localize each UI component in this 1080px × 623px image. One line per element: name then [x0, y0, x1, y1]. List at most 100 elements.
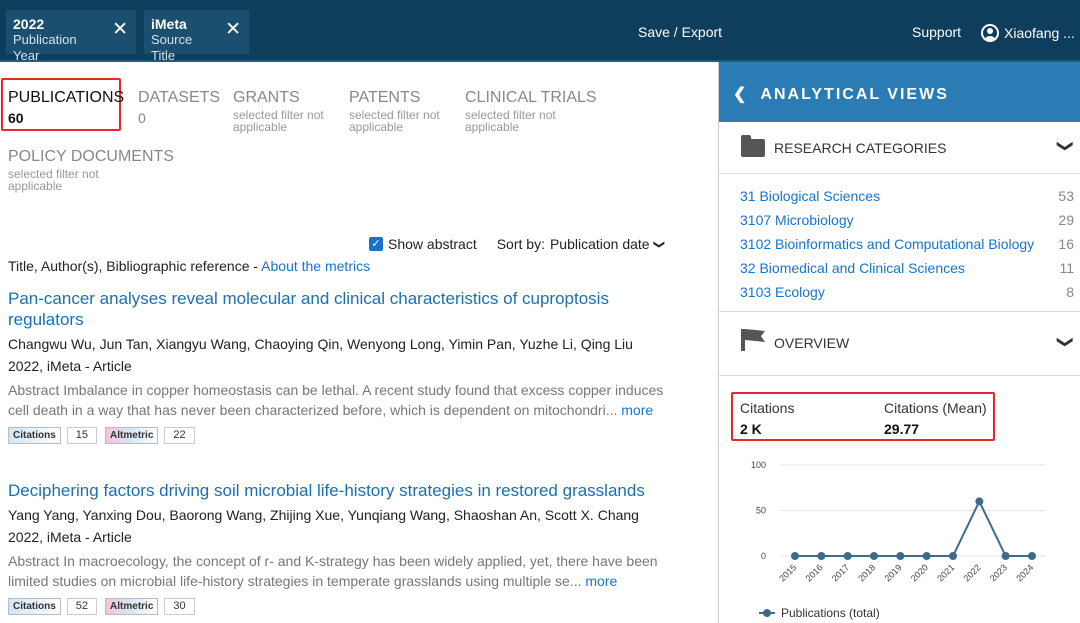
chevron-left-icon[interactable]: ❮ [733, 86, 746, 103]
overview-header[interactable]: OVERVIEW ❯ [719, 312, 1080, 376]
show-abstract-checkbox[interactable]: ✓ [369, 237, 383, 251]
close-icon[interactable]: ✕ [112, 20, 128, 40]
tab-policy-documents[interactable]: POLICY DOCUMENTS selected filter not app… [8, 147, 174, 192]
altmetric-score[interactable]: 30 [164, 598, 195, 615]
data-point [896, 552, 905, 560]
section-title: OVERVIEW [774, 335, 850, 351]
chevron-down-icon[interactable]: ❯ [1055, 139, 1075, 152]
tab-label: POLICY DOCUMENTS [8, 148, 174, 165]
filter-chip-source[interactable]: iMeta Source Title ✕ [144, 10, 249, 63]
category-link[interactable]: 3102 Bioinformatics and Computational Bi… [740, 236, 1034, 260]
chevron-down-icon[interactable]: ❯ [653, 239, 666, 248]
result-item: Deciphering factors driving soil microbi… [8, 480, 668, 615]
y-tick-label: 50 [756, 506, 766, 516]
stat-value: 2 K [740, 421, 762, 437]
filter-chip-title: 2022 [13, 16, 45, 32]
list-header: Title, Author(s), Bibliographic referenc… [8, 258, 370, 274]
filter-chip-year[interactable]: 2022 Publication Year ✕ [6, 10, 136, 63]
x-tick-label: 2018 [856, 562, 877, 583]
more-link[interactable]: more [585, 573, 617, 589]
data-point [1001, 552, 1010, 560]
show-abstract-label[interactable]: Show abstract [388, 236, 477, 252]
stat-citations-mean: Citations (Mean) 29.77 [884, 400, 987, 437]
tab-label: PUBLICATIONS [8, 89, 125, 106]
research-categories-header[interactable]: RESEARCH CATEGORIES ❯ [719, 122, 1080, 174]
legend-label: Publications (total) [781, 606, 880, 620]
panel-header: ❮ ANALYTICAL VIEWS [719, 62, 1080, 122]
list-item[interactable]: 3107 Microbiology 29 [740, 212, 1074, 236]
tab-note: selected filter not applicable [8, 167, 99, 193]
y-tick-label: 0 [761, 551, 766, 561]
sort-label: Sort by: [496, 236, 545, 252]
tab-label: GRANTS [233, 89, 300, 106]
analytical-views-panel: ❮ ANALYTICAL VIEWS RESEARCH CATEGORIES ❯ … [718, 62, 1080, 623]
flag-icon [741, 329, 745, 351]
filter-chip-title: iMeta [151, 16, 187, 32]
tab-patents[interactable]: PATENTS selected filter not applicable [349, 88, 455, 133]
category-count: 11 [1059, 260, 1074, 276]
series-line [795, 499, 1032, 557]
citations-badge[interactable]: Citations [8, 598, 61, 615]
result-authors: Changwu Wu, Jun Tan, Xiangyu Wang, Chaoy… [8, 336, 633, 352]
altmetric-badge[interactable]: Altmetric [105, 598, 159, 615]
about-metrics-link[interactable]: About the metrics [261, 258, 370, 274]
data-point [975, 497, 984, 506]
category-link[interactable]: 3107 Microbiology [740, 212, 854, 236]
abstract-text: Abstract Imbalance in copper homeostasis… [8, 382, 664, 418]
sort-dropdown[interactable]: Publication date [550, 236, 650, 252]
category-link[interactable]: 3103 Ecology [740, 284, 825, 308]
citations-count[interactable]: 52 [66, 598, 98, 615]
category-link[interactable]: 31 Biological Sciences [740, 188, 880, 212]
list-item[interactable]: 3103 Ecology 8 [740, 284, 1074, 308]
tab-label: PATENTS [349, 89, 421, 106]
save-export-button[interactable]: Save / Export [638, 24, 722, 40]
x-tick-label: 2023 [988, 562, 1009, 583]
tab-publications[interactable]: PUBLICATIONS 60 [8, 88, 124, 128]
stat-citations: Citations 2 K [740, 400, 794, 437]
list-item[interactable]: 31 Biological Sciences 53 [740, 188, 1074, 212]
tab-note: selected filter not applicable [233, 108, 324, 134]
x-tick-label: 2015 [777, 562, 798, 583]
chevron-down-icon[interactable]: ❯ [1055, 335, 1075, 348]
x-tick-label: 2016 [804, 562, 825, 583]
altmetric-score[interactable]: 22 [164, 427, 195, 444]
citations-badge[interactable]: Citations [8, 427, 61, 444]
publications-chart: 0501002015 2016 2017 2018 2019 2020 2021 2022 20… [751, 460, 1046, 620]
x-tick-label: 2022 [962, 562, 983, 583]
list-item[interactable]: 32 Biomedical and Clinical Sciences 11 [740, 260, 1074, 284]
tab-datasets[interactable]: DATASETS 0 [138, 88, 220, 128]
tab-count: 0 [138, 110, 146, 126]
filter-chip-subtitle: Source Title [151, 32, 193, 63]
altmetric-badge[interactable]: Altmetric [105, 427, 159, 444]
result-title[interactable]: Pan-cancer analyses reveal molecular and… [8, 288, 668, 330]
result-title[interactable]: Deciphering factors driving soil microbi… [8, 480, 668, 501]
user-menu[interactable]: Xiaofang ... [981, 24, 1075, 42]
more-link[interactable]: more [621, 402, 653, 418]
tab-clinical-trials[interactable]: CLINICAL TRIALS selected filter not appl… [465, 88, 597, 133]
result-abstract: Abstract Imbalance in copper homeostasis… [8, 380, 668, 420]
tab-label: CLINICAL TRIALS [465, 89, 597, 106]
x-tick-label: 2024 [1014, 562, 1035, 583]
tab-grants[interactable]: GRANTS selected filter not applicable [233, 88, 339, 133]
filter-chip-subtitle: Publication Year [13, 32, 77, 63]
data-point [922, 552, 931, 560]
x-tick-label: 2021 [935, 562, 956, 583]
close-icon[interactable]: ✕ [225, 20, 241, 40]
support-link[interactable]: Support [912, 24, 961, 40]
data-point [1028, 552, 1036, 560]
data-point [791, 552, 799, 560]
legend-marker [763, 609, 771, 617]
stat-label: Citations (Mean) [884, 400, 987, 416]
category-link[interactable]: 32 Biomedical and Clinical Sciences [740, 260, 965, 284]
metrics-badges: Citations 15 Altmetric 22 [8, 427, 668, 444]
y-tick-label: 100 [751, 460, 766, 470]
category-count: 16 [1058, 236, 1074, 252]
list-item[interactable]: 3102 Bioinformatics and Computational Bi… [740, 236, 1074, 260]
user-name: Xiaofang ... [1004, 25, 1075, 41]
section-title: RESEARCH CATEGORIES [774, 140, 947, 156]
tab-label: DATASETS [138, 89, 221, 106]
result-authors: Yang Yang, Yanxing Dou, Baorong Wang, Zh… [8, 507, 639, 523]
x-tick-label: 2017 [830, 562, 851, 583]
panel-title: ANALYTICAL VIEWS [760, 86, 949, 103]
citations-count[interactable]: 15 [66, 427, 98, 444]
